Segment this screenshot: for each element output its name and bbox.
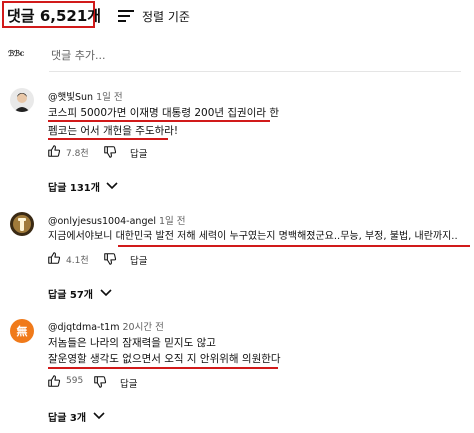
comment-time: 1일 전 — [96, 92, 123, 103]
chevron-down-icon[interactable] — [100, 289, 112, 297]
like-count: 7.8천 — [66, 149, 89, 159]
author-name[interactable]: @djqtdma-t1m — [48, 322, 119, 333]
comment-text-2-line-1: 지금에서야보니 대한민국 발전 저해 세력이 누구였는지 명백해졌군요..무능,… — [48, 231, 458, 242]
comment-count-title: 댓글 6,521개 — [7, 7, 102, 25]
comment-avatar-3[interactable]: 無 — [10, 319, 34, 343]
comment-author-1[interactable]: @햇빛Sun 1일 전 — [48, 89, 123, 103]
comment-avatar-1[interactable] — [10, 88, 34, 112]
view-replies-button[interactable]: 답글 131개 — [48, 179, 100, 194]
comment-author-3[interactable]: @djqtdma-t1m 20시간 전 — [48, 319, 164, 333]
like-icon[interactable] — [47, 374, 61, 388]
add-comment-input[interactable] — [49, 43, 461, 72]
sort-button-label[interactable]: 정렬 기준 — [142, 8, 190, 25]
comment-avatar-2[interactable] — [10, 212, 34, 236]
comment-time: 1일 전 — [158, 216, 186, 227]
like-icon[interactable] — [47, 251, 61, 265]
highlight-underline — [48, 367, 278, 369]
author-name[interactable]: @햇빛Sun — [48, 92, 93, 103]
like-icon[interactable] — [47, 144, 61, 158]
reply-button[interactable]: 답글 — [130, 253, 147, 267]
chevron-down-icon[interactable] — [106, 182, 118, 190]
reply-button[interactable]: 답글 — [120, 376, 137, 390]
dark-figure-avatar-icon — [10, 212, 34, 236]
comment-author-2[interactable]: @onlyjesus1004-angel 1일 전 — [48, 213, 186, 227]
highlight-underline — [48, 120, 270, 122]
view-replies-button[interactable]: 답글 57개 — [48, 286, 93, 301]
chevron-down-icon[interactable] — [93, 412, 105, 420]
highlight-underline — [118, 245, 470, 247]
highlight-underline — [48, 138, 168, 140]
avatar-initial: 無 — [16, 325, 28, 338]
user-avatar: ℬℬc — [8, 48, 24, 58]
comment-time: 20시간 전 — [122, 322, 164, 333]
comment-text-3-line-2: 잘운영할 생각도 없으면서 오직 지 안위위해 의원한다 — [48, 353, 281, 365]
view-replies-button[interactable]: 답글 3개 — [48, 409, 86, 424]
dislike-icon[interactable] — [103, 145, 117, 159]
dislike-icon[interactable] — [93, 375, 107, 389]
dislike-icon[interactable] — [103, 252, 117, 266]
like-count: 595 — [66, 376, 84, 386]
person-photo-avatar-icon — [10, 88, 34, 112]
like-count: 4.1천 — [66, 256, 89, 266]
reply-button[interactable]: 답글 — [130, 146, 147, 160]
author-name[interactable]: @onlyjesus1004-angel — [48, 216, 156, 227]
sort-icon[interactable] — [118, 10, 134, 22]
